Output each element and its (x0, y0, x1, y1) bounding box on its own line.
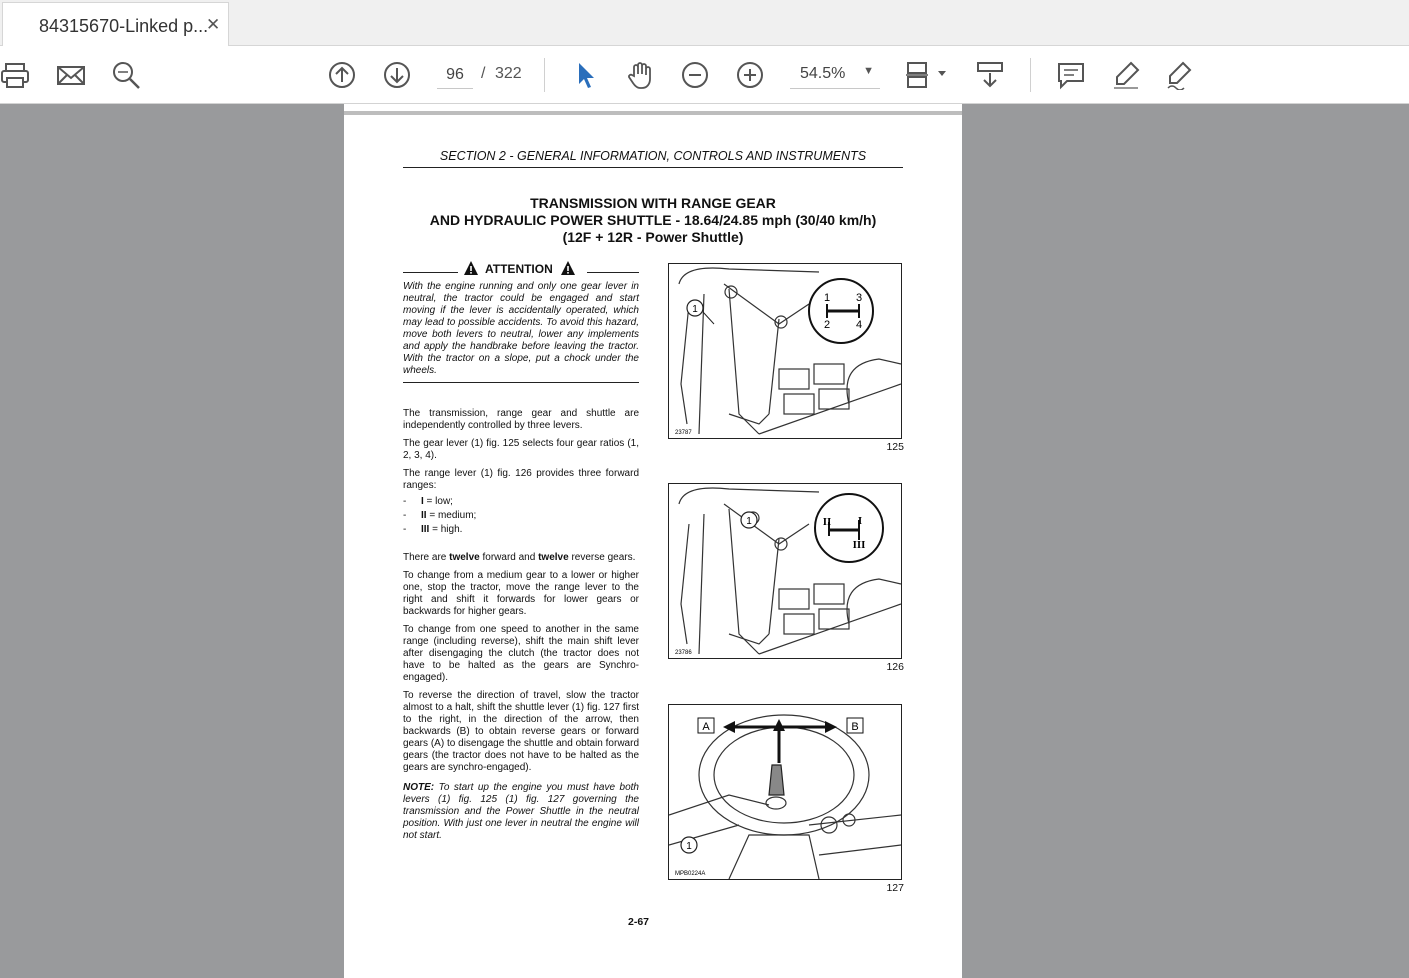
paragraph-levers: The transmission, range gear and shuttle… (403, 408, 639, 431)
close-tab-icon[interactable]: ✕ (206, 15, 220, 35)
find-icon[interactable] (111, 60, 141, 90)
attention-label: ATTENTION (485, 262, 553, 276)
page-footer-number: 2-67 (628, 916, 650, 928)
paragraph-speed-change: To change from one speed to another in t… (403, 624, 639, 683)
zoom-value: 54.5% (800, 65, 846, 82)
select-cursor-icon[interactable] (571, 60, 601, 90)
attention-rule-left (403, 272, 458, 273)
paragraph-range-lever: The range lever (1) fig. 126 provides th… (403, 468, 639, 491)
title-line-3: (12F + 12R - Power Shuttle) (562, 229, 744, 245)
attention-rule-right (587, 272, 639, 273)
range-label: III (853, 539, 866, 551)
figure-code: 23786 (675, 650, 692, 656)
attention-heading: ATTENTION (403, 260, 639, 278)
scroll-mode-icon[interactable] (975, 60, 1005, 90)
figure-callout: 1 (746, 516, 752, 527)
hand-icon[interactable] (625, 60, 655, 90)
zoom-select[interactable]: 54.5% ▼ (790, 61, 880, 89)
list-item: -I = low; (403, 496, 453, 507)
pdf-page: SECTION 2 - GENERAL INFORMATION, CONTROL… (344, 115, 962, 978)
paragraph-reverse: To reverse the direction of travel, slow… (403, 690, 639, 773)
page-title: TRANSMISSION WITH RANGE GEAR AND HYDRAUL… (384, 195, 922, 246)
figure-code: MPB0224A (675, 871, 705, 877)
title-line-2: AND HYDRAULIC POWER SHUTTLE - 18.64/24.8… (429, 212, 877, 228)
highlight-icon[interactable] (1111, 60, 1141, 90)
range-label: I (858, 515, 862, 527)
zoom-in-icon[interactable] (735, 60, 765, 90)
figure-126-range-lever: 1 II I III 23786 (668, 483, 902, 659)
sign-icon[interactable] (1165, 60, 1195, 90)
page-down-icon[interactable] (382, 60, 412, 90)
gear-label: 4 (856, 319, 862, 331)
tab-title: 84315670-Linked p... (39, 16, 209, 36)
figure-callout: 1 (686, 841, 692, 852)
chevron-down-icon: ▼ (863, 65, 874, 77)
document-tab[interactable]: 84315670-Linked p... ✕ (2, 2, 229, 46)
toolbar-divider (544, 58, 545, 92)
page-separator: / (481, 65, 486, 82)
warning-icon (464, 261, 478, 275)
figure-callout: 1 (692, 304, 698, 315)
range-label: II (823, 516, 832, 528)
zoom-out-icon[interactable] (680, 60, 710, 90)
header-rule (403, 167, 903, 168)
list-item: - II = medium; (403, 510, 477, 521)
gear-label: 1 (824, 292, 830, 304)
email-icon[interactable] (56, 60, 86, 90)
previous-page-edge (344, 104, 962, 111)
gear-label: 2 (824, 319, 830, 331)
page-number-input[interactable] (437, 61, 473, 89)
figure-127-shuttle-lever: A B 1 MPB0224A (668, 704, 902, 880)
figure-code: 23787 (675, 430, 692, 436)
print-icon[interactable] (0, 60, 30, 90)
warning-icon (561, 261, 575, 275)
attention-text: With the engine running and only one gea… (403, 281, 639, 376)
figure-number: 125 (886, 441, 904, 453)
figure-number: 126 (886, 661, 904, 673)
page-up-icon[interactable] (327, 60, 357, 90)
title-line-1: TRANSMISSION WITH RANGE GEAR (530, 195, 776, 211)
paragraph-gear-count: There are twelve forward and twelve reve… (403, 552, 636, 563)
gear-label: 3 (856, 292, 862, 304)
fit-page-icon[interactable] (904, 60, 950, 90)
direction-label: B (851, 721, 858, 733)
section-header: SECTION 2 - GENERAL INFORMATION, CONTROL… (439, 149, 867, 163)
page-total: 322 (495, 65, 522, 82)
note-paragraph: NOTE: To start up the engine you must ha… (403, 782, 639, 841)
toolbar: / 322 54.5% ▼ (0, 46, 1409, 104)
tab-bar: 84315670-Linked p... ✕ (0, 0, 1409, 46)
paragraph-range-change: To change from a medium gear to a lower … (403, 570, 639, 617)
direction-label: A (702, 721, 710, 733)
paragraph-gear-lever: The gear lever (1) fig. 125 selects four… (403, 438, 639, 461)
toolbar-divider (1030, 58, 1031, 92)
list-item: - III = high. (403, 524, 463, 535)
comment-icon[interactable] (1056, 60, 1086, 90)
figure-125-gear-lever: 1 1 3 2 4 23787 (668, 263, 902, 439)
figure-number: 127 (886, 882, 904, 894)
attention-bottom-rule (403, 382, 639, 383)
